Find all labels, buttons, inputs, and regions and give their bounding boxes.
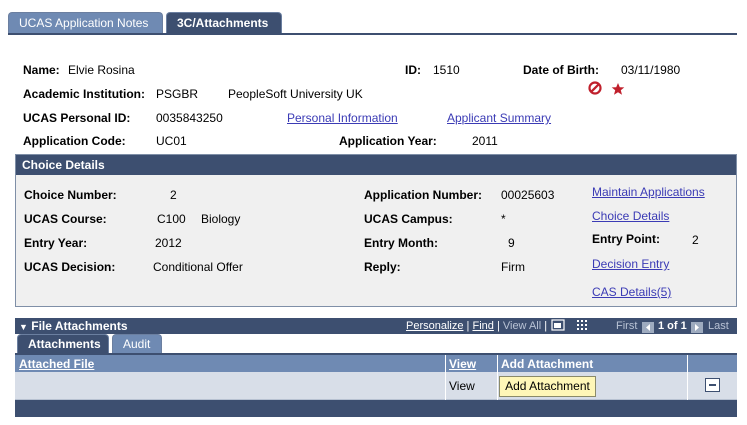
app-code-value: UC01	[156, 134, 187, 148]
tab-ucas-application-notes[interactable]: UCAS Application Notes	[8, 12, 163, 34]
delete-row-minus-icon[interactable]	[705, 378, 720, 392]
tab-underline	[8, 33, 737, 35]
nav-separator: |	[544, 320, 548, 332]
entry-year-label: Entry Year:	[24, 236, 88, 250]
cas-details-link[interactable]: CAS Details(5)	[592, 285, 671, 299]
dob-value: 03/11/1980	[621, 63, 681, 77]
entry-month-label: Entry Month:	[364, 236, 438, 250]
view-column-header[interactable]: View	[449, 357, 476, 371]
institution-code: PSGBR	[156, 87, 199, 101]
dob-label: Date of Birth:	[523, 63, 599, 77]
star-icon[interactable]	[611, 82, 625, 99]
tab-label: 3C/Attachments	[177, 16, 269, 30]
subtab-label: Attachments	[28, 337, 101, 351]
last-arrow-icon[interactable]	[691, 320, 703, 334]
maintain-applications-link[interactable]: Maintain Applications	[592, 185, 705, 199]
ucas-campus-value: *	[501, 212, 506, 226]
subtab-audit[interactable]: Audit	[112, 334, 162, 353]
attached-file-column-header[interactable]: Attached File	[19, 357, 94, 371]
personalize-link[interactable]: Personalize	[406, 320, 463, 332]
column-divider	[687, 372, 688, 400]
institution-name: PeopleSoft University UK	[228, 87, 363, 101]
decision-entry-link[interactable]: Decision Entry	[592, 257, 669, 271]
column-divider	[497, 355, 498, 372]
ucas-decision-label: UCAS Decision:	[24, 260, 116, 274]
file-attachments-header: ▼ File Attachments Personalize | Find | …	[15, 318, 737, 334]
app-year-value: 2011	[472, 134, 498, 148]
id-value: 1510	[433, 63, 460, 77]
course-name: Biology	[201, 212, 241, 226]
app-number-label: Application Number:	[364, 188, 483, 202]
entry-point-label: Entry Point:	[592, 232, 660, 246]
choice-number-value: 2	[170, 188, 177, 202]
personal-id-value: 0035843250	[156, 111, 223, 125]
view-all-link[interactable]: View All	[503, 320, 541, 332]
add-attachment-column-header: Add Attachment	[501, 357, 594, 371]
column-divider	[445, 372, 446, 400]
app-code-label: Application Code:	[23, 134, 126, 148]
app-number-value: 00025603	[501, 188, 555, 202]
download-icon[interactable]	[551, 319, 565, 335]
spreadsheet-icon[interactable]	[576, 319, 588, 334]
column-divider	[497, 372, 498, 400]
table-row: View	[15, 372, 737, 400]
file-attachments-title[interactable]: ▼ File Attachments	[19, 319, 128, 333]
institution-label: Academic Institution:	[23, 87, 146, 101]
choice-number-label: Choice Number:	[24, 188, 117, 202]
subtab-label: Audit	[123, 337, 151, 351]
choice-details-link[interactable]: Choice Details	[592, 209, 669, 223]
subtab-attachments[interactable]: Attachments	[17, 334, 109, 353]
ucas-course-label: UCAS Course:	[24, 212, 107, 226]
ucas-campus-label: UCAS Campus:	[364, 212, 453, 226]
column-divider	[445, 355, 446, 372]
nav-separator: |	[466, 320, 470, 332]
page-range: 1 of 1	[658, 320, 687, 332]
first-link[interactable]: First	[616, 320, 637, 332]
tab-3c-attachments[interactable]: 3C/Attachments	[166, 12, 282, 34]
ucas-decision-value: Conditional Offer	[153, 260, 243, 274]
no-entry-icon[interactable]	[588, 81, 602, 98]
app-year-label: Application Year:	[339, 134, 437, 148]
reply-label: Reply:	[364, 260, 401, 274]
entry-month-value: 9	[508, 236, 515, 250]
personal-id-label: UCAS Personal ID:	[23, 111, 131, 125]
attachments-grid-footer	[15, 400, 737, 417]
file-attachments-label: File Attachments	[31, 319, 128, 333]
collapse-triangle-icon[interactable]: ▼	[19, 322, 28, 332]
grid-nav: Personalize | Find | View All |	[406, 320, 547, 332]
name-label: Name:	[23, 63, 60, 77]
add-attachment-button[interactable]: Add Attachment	[499, 376, 596, 397]
find-link[interactable]: Find	[472, 320, 493, 332]
last-link[interactable]: Last	[708, 320, 729, 332]
id-label: ID:	[405, 63, 421, 77]
entry-year-value: 2012	[155, 236, 182, 250]
reply-value: Firm	[501, 260, 525, 274]
tab-label: UCAS Application Notes	[19, 16, 149, 30]
applicant-summary-link[interactable]: Applicant Summary	[447, 111, 551, 125]
attachments-grid-header: Attached File View Add Attachment	[15, 353, 737, 372]
name-value: Elvie Rosina	[68, 63, 135, 77]
entry-point-value: 2	[692, 233, 699, 247]
nav-separator: |	[496, 320, 500, 332]
first-arrow-icon[interactable]	[642, 320, 654, 334]
view-cell[interactable]: View	[449, 379, 475, 393]
column-divider	[687, 355, 688, 372]
course-code: C100	[157, 212, 186, 226]
personal-information-link[interactable]: Personal Information	[287, 111, 398, 125]
choice-details-title: Choice Details	[16, 155, 736, 175]
